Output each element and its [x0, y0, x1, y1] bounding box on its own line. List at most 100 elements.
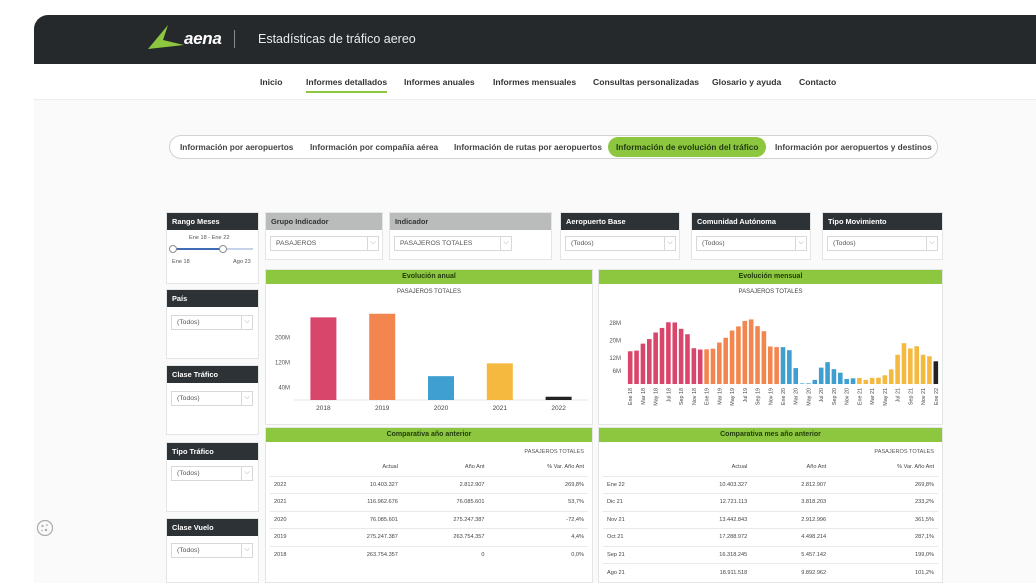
table-row: Sep 21 16.318.245 5.457.142 199,0%	[603, 545, 938, 564]
aeropuerto-base-select[interactable]: (Todos) ⌵	[565, 236, 676, 251]
column-header	[270, 459, 315, 476]
clase-trafico-select[interactable]: (Todos) ⌵	[171, 391, 253, 406]
y-tick-label: 120M	[275, 360, 290, 366]
nav-item-informes-detallados[interactable]: Informes detallados	[306, 77, 388, 93]
nav-item-glosario[interactable]: Glosario y ayuda	[712, 77, 781, 87]
column-header: Actual	[731, 464, 748, 471]
annual-bar-chart: 40M 120M 200M 2018 2019 2020 2021 2022	[275, 313, 588, 412]
column-header: Año Ant	[806, 464, 827, 471]
table-cell: 233,2%	[830, 493, 938, 511]
nav-item-inicio[interactable]: Inicio	[260, 77, 282, 87]
x-tick-label: May 21	[883, 388, 889, 406]
chevron-down-icon: ⌵	[500, 237, 511, 250]
nav-label: Glosario y ayuda	[712, 77, 782, 87]
y-tick-label: 12M	[609, 356, 621, 362]
table-cell: 2019	[270, 528, 316, 546]
nav-item-contacto[interactable]: Contacto	[799, 77, 836, 87]
table-cell: 76.085.601	[315, 510, 402, 529]
bar-Ago-19	[748, 319, 754, 384]
table-cell: Dic 21	[603, 493, 665, 511]
nav-label: Contacto	[799, 77, 837, 87]
annual-chart-panel: Evolución anual PASAJEROS TOTALES 40M 120…	[265, 269, 593, 425]
select-value: (Todos)	[177, 470, 200, 477]
table-cell: 269,8%	[488, 475, 588, 494]
tipo-trafico-select[interactable]: (Todos) ⌵	[171, 466, 253, 481]
bar-Jul-21	[895, 354, 900, 384]
bar-Jun-21	[888, 369, 894, 384]
filter-grupo-indicador: Grupo Indicador PASAJEROS ⌵	[265, 212, 383, 260]
bar-Dic-18	[697, 349, 703, 384]
annual-comparison-table: Actual Año Ant % Var. Año Ant 2022 10.403.32…	[270, 459, 588, 564]
bar-May-18	[653, 332, 658, 384]
pais-select[interactable]: (Todos) ⌵	[171, 315, 253, 330]
annual-chart-title: Evolución anual	[266, 270, 592, 284]
table-cell: 4,4%	[488, 528, 588, 546]
table-row: Ago 21 18.911.518 9.892.962 101,2%	[603, 563, 938, 581]
table-cell: 3.818.203	[751, 493, 831, 511]
chevron-down-icon: ⌵	[241, 392, 252, 405]
x-tick-label: Mar 19	[717, 388, 723, 405]
bar-2019	[369, 313, 396, 400]
table-cell: 4.498.214	[751, 528, 831, 546]
select-value: (Todos)	[702, 240, 725, 247]
x-tick-label: Ene 22	[934, 388, 940, 405]
table-header-row: Actual Año Ant % Var. Año Ant	[603, 459, 938, 476]
bar-Oct-19	[761, 331, 767, 384]
table-cell: 2.912.996	[751, 510, 831, 529]
tab-aeropuertos-destinos[interactable]: Información por aeropuertos y destinos	[767, 137, 940, 157]
table-cell: 0,0%	[488, 545, 588, 564]
range-max-label: Ago 23	[233, 259, 251, 265]
range-start-handle[interactable]	[169, 245, 177, 253]
table-cell: 2.812.907	[401, 475, 489, 494]
filter-title: Tipo Movimiento	[823, 213, 942, 230]
y-tick-label: 20M	[609, 338, 621, 344]
bar-Abr-18	[646, 339, 652, 384]
column-header: Año Ant	[464, 464, 485, 471]
tab-aeropuertos[interactable]: Información por aeropuertos	[172, 137, 301, 157]
filter-title: Rango Meses	[167, 213, 258, 230]
select-value: (Todos)	[177, 319, 200, 326]
table-row: 2018 263.754.357 0 0,0%	[270, 545, 588, 564]
aena-logo-icon[interactable]	[146, 23, 186, 57]
monthly-comparison-subtitle: PASAJEROS TOTALES	[874, 449, 934, 455]
chevron-down-icon: ⌵	[664, 237, 675, 250]
table-cell: 2021	[270, 493, 316, 511]
bar-Abr-19	[723, 337, 728, 384]
bar-Dic-20	[850, 378, 856, 384]
table-cell: 10.403.327	[315, 475, 402, 494]
filter-indicador: Indicador PASAJEROS TOTALES ⌵	[389, 212, 552, 260]
nav-item-informes-anuales[interactable]: Informes anuales	[404, 77, 475, 87]
bar-Dic-21	[927, 356, 932, 384]
select-value: (Todos)	[571, 240, 594, 247]
tab-compania-aerea[interactable]: Información por compañía aérea	[302, 137, 446, 157]
cookie-settings-icon[interactable]	[36, 519, 54, 537]
nav-item-informes-mensuales[interactable]: Informes mensuales	[493, 77, 576, 87]
table-cell: 13.442.843	[664, 510, 752, 529]
active-underline	[306, 91, 388, 93]
tipo-movimiento-select[interactable]: (Todos) ⌵	[827, 236, 938, 251]
grupo-indicador-select[interactable]: PASAJEROS ⌵	[270, 236, 379, 251]
filter-title: Indicador	[390, 213, 551, 230]
column-header: % Var. Año Ant	[897, 464, 934, 471]
comunidad-autonoma-select[interactable]: (Todos) ⌵	[696, 236, 807, 251]
filter-tipo-trafico: Tipo Tráfico (Todos) ⌵	[166, 442, 259, 512]
tab-evolucion-trafico[interactable]: Información de evolución del tráfico	[608, 137, 767, 157]
range-min-label: Ene 18	[172, 259, 190, 265]
nav-label: Informes detallados	[306, 77, 388, 87]
indicador-select[interactable]: PASAJEROS TOTALES ⌵	[394, 236, 512, 251]
x-tick-label: Ene 21	[857, 388, 863, 405]
bar-Feb-20	[787, 350, 792, 384]
nav-item-consultas-personalizadas[interactable]: Consultas personalizadas	[593, 77, 699, 87]
filter-title: Clase Vuelo	[167, 519, 258, 536]
x-tick-label: May 18	[654, 388, 660, 406]
table-cell: 269,8%	[830, 475, 938, 494]
brand-name[interactable]: aena	[184, 29, 222, 49]
clase-vuelo-select[interactable]: (Todos) ⌵	[171, 543, 253, 558]
bar-Nov-18	[691, 348, 697, 384]
tab-rutas[interactable]: Información de rutas por aeropuertos	[446, 137, 610, 157]
table-cell: 53,7%	[488, 493, 588, 511]
table-cell: 2020	[270, 510, 316, 529]
y-tick-label: 28M	[609, 321, 621, 327]
select-value: (Todos)	[177, 395, 200, 402]
range-end-handle[interactable]	[219, 245, 227, 253]
